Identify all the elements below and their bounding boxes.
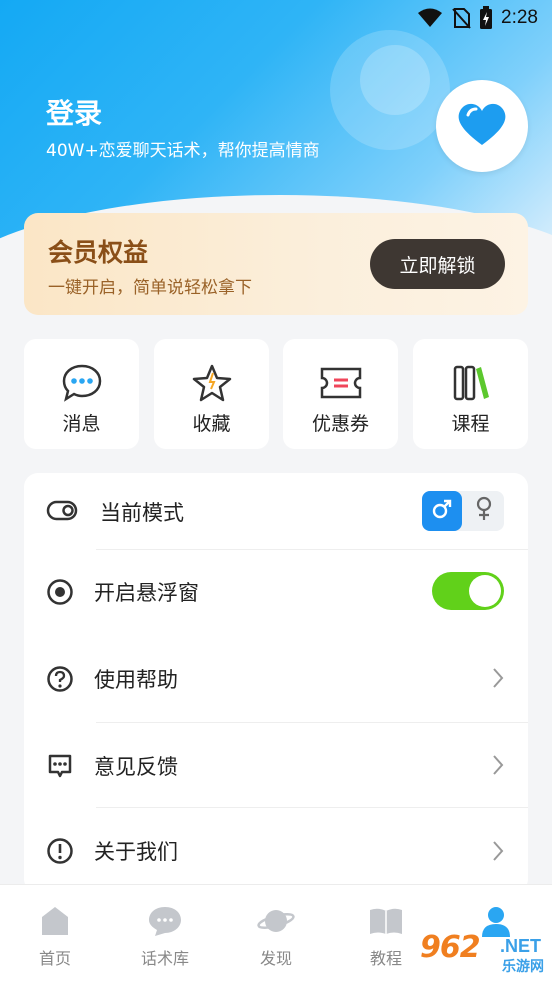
mode-label: 当前模式 <box>100 501 184 525</box>
vip-subtitle: 一键开启，简单说轻松拿下 <box>48 278 252 298</box>
toggle-mode-icon <box>46 499 78 527</box>
tab-home[interactable]: 首页 <box>0 885 110 981</box>
watermark-domain: .NET <box>500 936 542 956</box>
tab-label: 教程 <box>369 949 402 968</box>
female-option[interactable] <box>464 491 504 531</box>
chevron-right-icon <box>492 840 504 866</box>
feedback-row[interactable]: 意见反馈 <box>24 723 528 807</box>
watermark-logo: 962 .NET 乐游网 <box>418 930 546 976</box>
feedback-icon <box>46 752 74 784</box>
tab-chat-library[interactable]: 话术库 <box>110 885 220 981</box>
wifi-icon <box>417 8 443 28</box>
chevron-right-icon <box>492 667 504 693</box>
status-bar: 2:28 <box>0 0 552 36</box>
battery-charging-icon <box>479 6 493 30</box>
male-option[interactable] <box>422 491 462 531</box>
info-icon <box>46 837 74 869</box>
quick-action-label: 消息 <box>62 413 101 435</box>
quick-action-coupons[interactable]: 优惠券 <box>283 339 398 449</box>
books-icon <box>450 363 492 403</box>
male-icon <box>430 497 454 525</box>
home-icon <box>38 903 72 939</box>
help-icon <box>46 665 74 697</box>
float-window-label: 开启悬浮窗 <box>94 581 199 605</box>
star-icon <box>191 363 233 403</box>
message-bubble-icon <box>61 363 103 403</box>
female-icon <box>474 496 494 526</box>
about-row[interactable]: 关于我们 <box>24 808 528 893</box>
vip-card[interactable]: 会员权益 一键开启，简单说轻松拿下 立即解锁 <box>24 213 528 315</box>
settings-list: 当前模式 开启悬浮窗 使用帮助 意见反馈 关于我们 <box>24 473 528 893</box>
float-window-row: 开启悬浮窗 <box>24 550 528 630</box>
heart-icon <box>456 101 508 151</box>
avatar[interactable] <box>436 80 528 172</box>
login-subtitle: 40W+恋爱聊天话术，帮你提高情商 <box>46 141 320 161</box>
tab-label: 发现 <box>259 949 292 968</box>
no-sim-icon <box>451 7 471 29</box>
watermark-brand: 乐游网 <box>502 959 544 975</box>
quick-action-courses[interactable]: 课程 <box>413 339 528 449</box>
login-title[interactable]: 登录 <box>46 92 102 132</box>
help-label: 使用帮助 <box>94 668 178 692</box>
about-label: 关于我们 <box>94 840 178 864</box>
chevron-right-icon <box>492 754 504 780</box>
vip-title: 会员权益 <box>48 238 149 267</box>
tab-label: 话术库 <box>140 949 189 968</box>
mode-row: 当前模式 <box>24 473 528 549</box>
quick-action-label: 课程 <box>451 413 490 435</box>
chat-library-icon <box>147 903 183 939</box>
radio-icon <box>46 578 74 610</box>
coupon-icon <box>318 363 364 403</box>
book-icon <box>368 903 404 939</box>
unlock-button[interactable]: 立即解锁 <box>370 239 505 289</box>
feedback-label: 意见反馈 <box>94 755 178 779</box>
tab-label: 首页 <box>38 949 71 968</box>
gender-toggle[interactable] <box>422 491 504 531</box>
quick-action-label: 收藏 <box>192 413 231 435</box>
tab-discover[interactable]: 发现 <box>221 885 331 981</box>
help-row[interactable]: 使用帮助 <box>24 635 528 721</box>
quick-action-label: 优惠券 <box>311 413 369 435</box>
watermark-number: 962 <box>420 930 481 965</box>
quick-action-favorites[interactable]: 收藏 <box>154 339 269 449</box>
float-window-switch[interactable] <box>432 572 504 610</box>
planet-icon <box>257 903 295 939</box>
quick-action-messages[interactable]: 消息 <box>24 339 139 449</box>
status-time: 2:28 <box>501 7 538 28</box>
